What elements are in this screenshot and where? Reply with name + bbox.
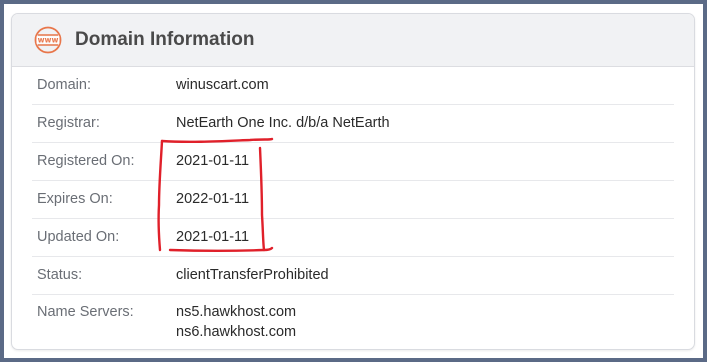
www-globe-icon: www — [34, 26, 62, 54]
name-server-1: ns5.hawkhost.com — [176, 304, 297, 320]
info-row-registered-on: Registered On: 2021-01-11 — [32, 143, 674, 181]
row-value: NetEarth One Inc. d/b/a NetEarth — [176, 115, 390, 131]
info-table: Domain: winuscart.com Registrar: NetEart… — [12, 67, 694, 349]
row-value: 2021-01-11 — [176, 153, 250, 169]
info-row-expires-on: Expires On: 2022-01-11 — [32, 181, 674, 219]
row-label: Expires On: — [37, 191, 113, 207]
row-value: clientTransferProhibited — [176, 267, 329, 283]
www-icon-text: www — [38, 36, 59, 45]
screenshot-frame: www Domain Information Domain: winuscart… — [4, 4, 703, 358]
info-row-status: Status: clientTransferProhibited — [32, 257, 674, 295]
row-label: Domain: — [37, 77, 91, 93]
row-value: 2021-01-11 — [176, 229, 250, 245]
row-label: Registrar: — [37, 115, 100, 131]
info-row-name-servers: Name Servers: ns5.hawkhost.com ns6.hawkh… — [32, 295, 674, 349]
card-title: Domain Information — [75, 29, 255, 50]
row-value: 2022-01-11 — [176, 191, 250, 207]
row-label: Name Servers: — [37, 304, 134, 320]
row-label: Registered On: — [37, 153, 135, 169]
row-label: Updated On: — [37, 229, 120, 245]
row-value: ns5.hawkhost.com ns6.hawkhost.com — [176, 302, 296, 342]
info-row-registrar: Registrar: NetEarth One Inc. d/b/a NetEa… — [32, 105, 674, 143]
row-label: Status: — [37, 267, 83, 283]
name-server-2: ns6.hawkhost.com — [176, 324, 297, 340]
info-row-updated-on: Updated On: 2021-01-11 — [32, 219, 674, 257]
card-header: www Domain Information — [12, 14, 694, 67]
domain-info-card: www Domain Information Domain: winuscart… — [11, 13, 695, 350]
info-row-domain: Domain: winuscart.com — [32, 67, 674, 105]
row-value: winuscart.com — [176, 77, 269, 93]
